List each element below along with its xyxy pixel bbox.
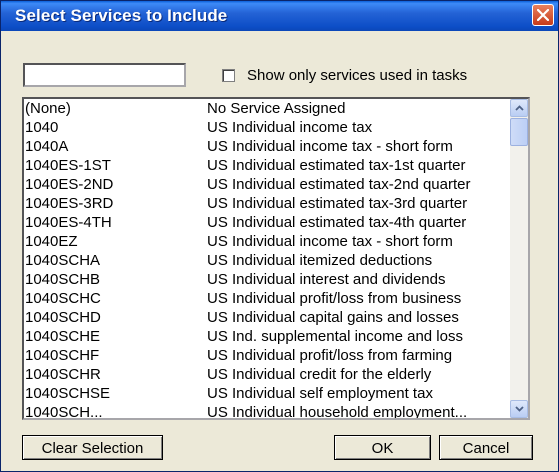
clear-selection-button[interactable]: Clear Selection [22,435,163,460]
list-item[interactable]: 1040SCHC US Individual profit/loss from b… [24,289,510,308]
list-item[interactable]: 1040A US Individual income tax - short fo… [24,137,510,156]
list-item[interactable]: 1040ES-4TH US Individual estimated tax-4t… [24,213,510,232]
list-scrollbar[interactable] [510,99,528,418]
service-code: 1040SCH... [25,404,103,420]
dialog-title: Select Services to Include [15,6,228,25]
service-description: US Individual self employment tax [207,385,433,402]
service-code: 1040ES-2ND [25,176,114,193]
service-code: 1040SCHC [25,290,101,307]
service-code: 1040 [25,119,59,136]
service-code: 1040SCHSE [25,385,111,402]
service-code: 1040ES-4TH [25,214,112,231]
service-description: US Individual estimated tax-1st quarter [207,157,466,174]
list-item[interactable]: 1040SCHB US Individual interest and divid… [24,270,510,289]
show-only-used-option[interactable]: Show only services used in tasks [222,66,467,84]
service-description: US Ind. supplemental income and loss [207,328,463,345]
select-services-dialog: Select Services to Include Show only ser… [0,0,559,472]
list-item[interactable]: 1040SCHR US Individual credit for the eld… [24,365,510,384]
service-description: US Individual profit/loss from farming [207,347,453,364]
list-item[interactable]: 1040SCHSE US Individual self employment t… [24,384,510,403]
service-code: 1040SCHE [25,328,101,345]
service-code: 1040ES-3RD [25,195,114,212]
service-description: US Individual interest and dividends [207,271,446,288]
ok-button[interactable]: OK [334,435,431,460]
show-only-used-label: Show only services used in tasks [247,66,468,84]
service-description: US Individual profit/loss from business [207,290,462,307]
service-description: US Individual estimated tax-2nd quarter [207,176,471,193]
list-item[interactable]: 1040SCH... US Individual household employ… [24,403,510,420]
service-description: US Individual capital gains and losses [207,309,459,326]
service-code: 1040SCHF [25,347,100,364]
close-icon [537,9,549,21]
list-item[interactable]: 1040SCHE US Ind. supplemental income and … [24,327,510,346]
list-item[interactable]: 1040SCHA US Individual itemized deduction… [24,251,510,270]
service-code: 1040SCHR [25,366,101,383]
list-item[interactable]: 1040ES-3RD US Individual estimated tax-3r… [24,194,510,213]
list-item[interactable]: 1040EZ US Individual income tax - short f… [24,232,510,251]
list-item[interactable]: 1040 US Individual income tax [24,118,510,137]
service-code: 1040EZ [25,233,78,250]
chevron-down-icon [515,406,524,412]
service-description: US Individual income tax - short form [207,138,453,155]
title-bar[interactable]: Select Services to Include [1,1,558,31]
list-item[interactable]: 1040SCHF US Individual profit/loss from f… [24,346,510,365]
service-code: 1040ES-1ST [25,157,111,174]
service-description: US Individual income tax - short form [207,233,453,250]
service-code: 1040A [25,138,69,155]
list-item[interactable]: 1040ES-1ST US Individual estimated tax-1s… [24,156,510,175]
service-code: (None) [25,100,71,117]
service-description: US Individual estimated tax-4th quarter [207,214,467,231]
list-item[interactable]: 1040ES-2ND US Individual estimated tax-2n… [24,175,510,194]
list-item[interactable]: 1040SCHD US Individual capital gains and … [24,308,510,327]
show-only-used-checkbox[interactable] [222,68,235,82]
close-button[interactable] [532,4,554,26]
scroll-up-button[interactable] [510,99,528,117]
service-description: US Individual income tax [207,119,373,136]
list-item[interactable]: (None) No Service Assigned [24,99,510,118]
service-code: 1040SCHA [25,252,101,269]
chevron-up-icon [515,105,524,111]
service-description: US Individual household employment... [207,404,468,420]
service-code: 1040SCHB [25,271,101,288]
cancel-button[interactable]: Cancel [439,435,533,460]
scroll-thumb[interactable] [510,118,528,146]
service-description: US Individual credit for the elderly [207,366,432,383]
service-description: No Service Assigned [207,100,346,117]
services-list[interactable]: (None) No Service Assigned 1040 US Individu… [22,97,530,420]
scroll-down-button[interactable] [510,400,528,418]
service-description: US Individual estimated tax-3rd quarter [207,195,468,212]
service-description: US Individual itemized deductions [207,252,433,269]
service-code: 1040SCHD [25,309,101,326]
search-input[interactable] [23,63,186,87]
